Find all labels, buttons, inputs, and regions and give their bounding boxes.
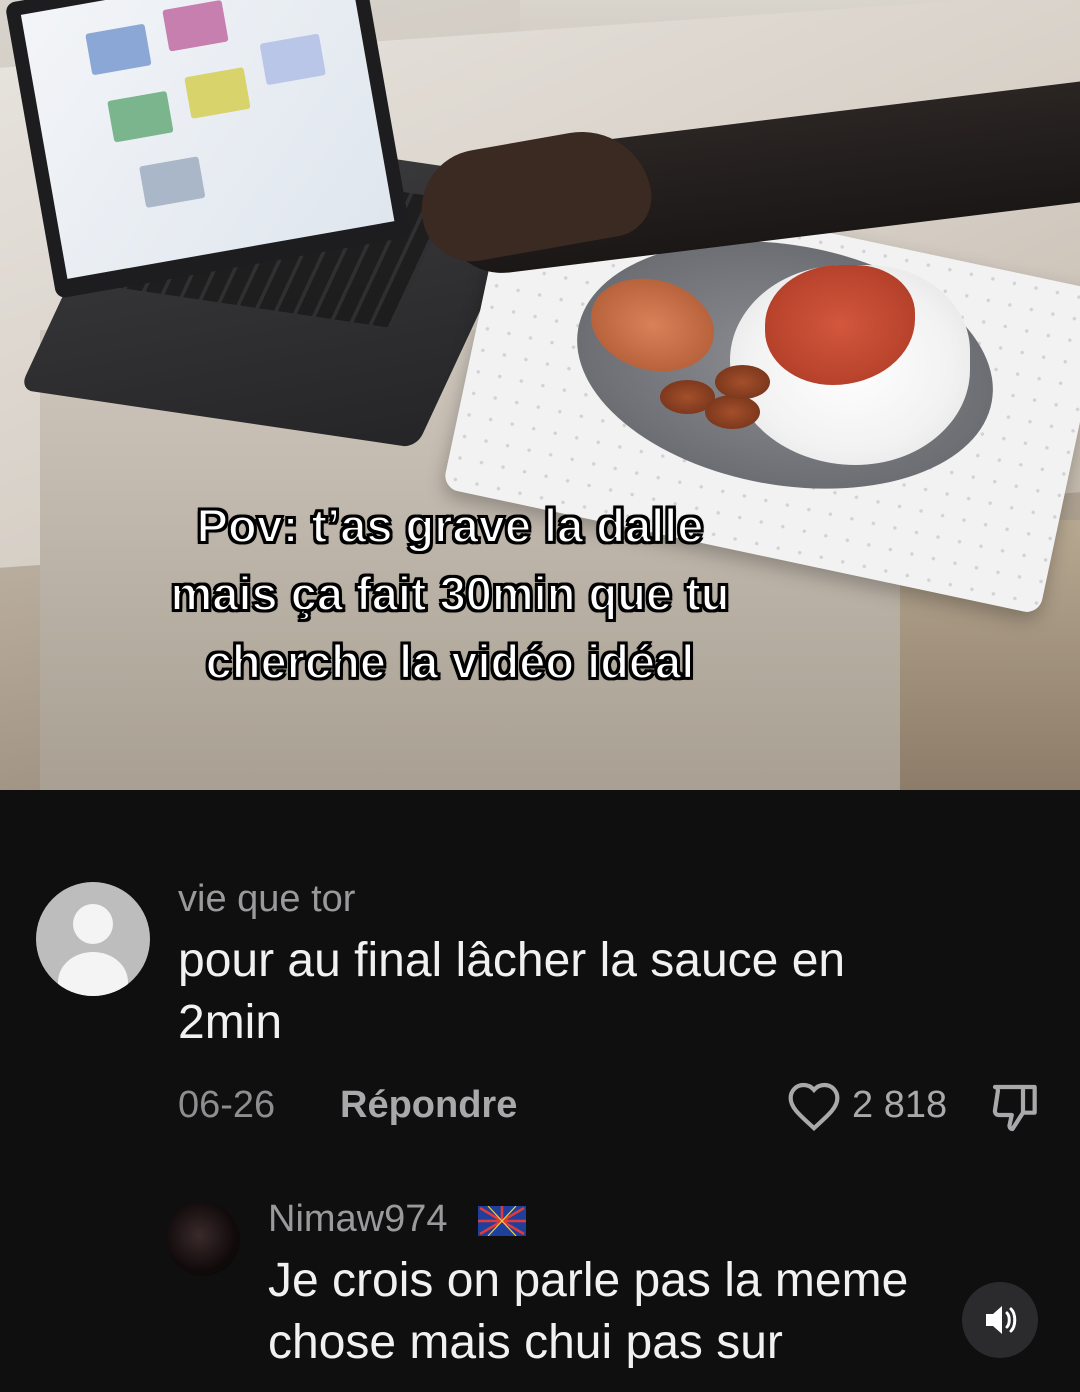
speaker-icon	[986, 1306, 1017, 1334]
video-thumbnail	[107, 90, 174, 143]
avatar[interactable]	[36, 882, 150, 996]
reply-button[interactable]: Répondre	[340, 1084, 517, 1127]
comment-text: Je crois on parle pas la meme chose mais…	[268, 1254, 909, 1369]
like-count: 2 818	[852, 1084, 948, 1126]
video-thumbnail	[85, 23, 152, 76]
video-caption: Pov: t’as grave la dalle mais ça fait 30…	[170, 498, 731, 689]
video-thumbnail	[184, 67, 251, 119]
comments-section: vie que tor pour au final lâcher la sauc…	[0, 790, 1080, 1392]
plantain-slice	[705, 395, 760, 429]
sound-button[interactable]	[962, 1282, 1038, 1358]
laptop-display	[20, 0, 395, 279]
video-frame[interactable]: Pov: t’as grave la dalle mais ça fait 30…	[0, 0, 1080, 790]
person-icon-body	[58, 952, 128, 996]
heart-icon[interactable]	[786, 1080, 842, 1132]
comment-text: pour au final lâcher la sauce en 2min	[178, 934, 846, 1049]
comment-date: 06-26	[178, 1084, 276, 1126]
comment-username[interactable]: vie que tor	[178, 878, 355, 921]
video-thumbnail	[259, 33, 326, 86]
video-thumbnail	[162, 0, 229, 52]
video-thumbnail	[139, 156, 206, 209]
thumbs-down-icon[interactable]	[988, 1080, 1044, 1136]
avatar[interactable]	[166, 1202, 240, 1276]
flag-icon	[478, 1205, 526, 1237]
plantain-slice	[715, 365, 770, 399]
comment-username[interactable]: Nimaw974	[268, 1198, 448, 1241]
person-icon	[73, 904, 113, 944]
